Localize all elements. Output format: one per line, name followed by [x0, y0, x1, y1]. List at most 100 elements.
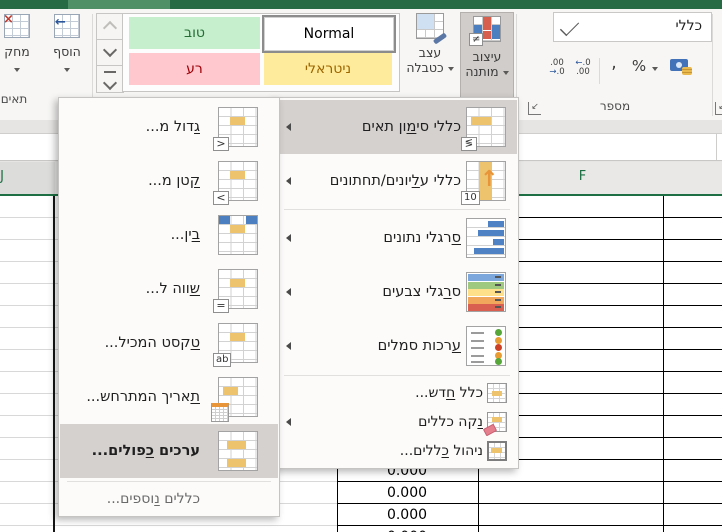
delete-button-label: מחק	[4, 44, 30, 59]
menu-item-label: ערכות סמלים	[377, 338, 461, 354]
icon-sets-icon	[466, 326, 506, 366]
number-format-dropdown[interactable]: כללי	[553, 12, 712, 42]
conditional-formatting-label1: עיצוב	[472, 49, 502, 64]
menu-item-icon-sets[interactable]: ערכות סמלים	[277, 319, 517, 373]
less-than-icon: <	[213, 161, 258, 205]
menu-separator	[67, 481, 271, 482]
menu-item-new-rule[interactable]: כלל חדש...	[277, 378, 517, 407]
insert-button-label: הוסף	[53, 44, 81, 59]
column-letter: J	[0, 169, 4, 184]
chevron-up-icon	[102, 20, 118, 36]
title-bar-segment	[68, 0, 170, 9]
equal-to-icon: =	[213, 269, 258, 313]
color-scales-icon	[466, 272, 506, 312]
submenu-arrow-icon	[286, 123, 291, 131]
clear-rules-icon	[482, 411, 507, 436]
conditional-formatting-button[interactable]: ≠ עיצוב מותנה	[460, 12, 514, 98]
sheet-cell-value[interactable]: 0.000	[337, 504, 477, 526]
gallery-scroll-up-button[interactable]	[96, 13, 124, 41]
title-bar	[0, 0, 722, 9]
menu-item-manage-rules[interactable]: ניהול כללים...	[277, 436, 517, 465]
menu-item-clear-rules[interactable]: נקה כללים	[277, 407, 517, 436]
submenu-arrow-icon	[286, 177, 291, 185]
menu-item-label: ערכים כפולים...	[91, 443, 200, 459]
submenu-item-less-than[interactable]: קטן מ... <	[60, 154, 278, 208]
delete-cells-button[interactable]: × מחק	[0, 13, 40, 84]
comma-style-button[interactable]: ,	[606, 53, 622, 79]
highlight-cells-rules-submenu: גדול מ... > קטן מ... < בין... שווה ל... …	[58, 97, 280, 517]
style-normal[interactable]: Normal	[262, 15, 396, 53]
conditional-formatting-icon: ≠	[469, 16, 501, 46]
submenu-item-between[interactable]: בין...	[60, 208, 278, 262]
number-group-label: מספר	[599, 99, 631, 113]
menu-item-label: סרגלי צבעים	[382, 284, 461, 300]
menu-item-label: גדול מ...	[145, 119, 200, 135]
table-left-border	[53, 196, 55, 532]
sheet-cell-value[interactable]: 0.000	[337, 526, 477, 532]
menu-item-label: תאריך המתרחש...	[86, 389, 200, 405]
table-border	[663, 196, 664, 532]
excel-window: × מחק ← הוסף תאים טוב Normal רע ניטראלי	[0, 0, 722, 532]
style-neutral[interactable]: ניטראלי	[264, 53, 392, 85]
between-icon	[218, 215, 258, 255]
submenu-arrow-icon	[286, 288, 291, 296]
format-as-table-icon	[416, 13, 448, 45]
menu-separator	[284, 375, 510, 376]
submenu-item-greater-than[interactable]: גדול מ... >	[60, 100, 278, 154]
greater-than-icon: >	[213, 107, 258, 151]
increase-decimal-button[interactable]: ←.0.00	[571, 56, 595, 85]
format-as-table-button[interactable]: עצב כטבלה	[402, 13, 458, 95]
manage-rules-icon	[487, 440, 507, 461]
dialog-launcher-icon[interactable]: ↙	[715, 102, 722, 115]
decrease-decimal-button[interactable]: .00 →.0	[545, 56, 569, 85]
button-separator	[599, 58, 600, 84]
gallery-scroll-down-button[interactable]	[96, 39, 124, 67]
column-header-J[interactable]: J	[0, 162, 55, 194]
chevron-down-icon	[14, 67, 20, 72]
style-good[interactable]: טוב	[129, 17, 260, 49]
style-bad[interactable]: רע	[129, 53, 260, 85]
chevron-down-icon	[447, 66, 454, 71]
submenu-item-more-rules[interactable]: כללים נוספים...	[60, 484, 278, 513]
data-bars-icon	[466, 218, 506, 258]
chevron-down-icon	[559, 16, 580, 37]
submenu-item-duplicate-values[interactable]: ערכים כפולים...	[60, 424, 278, 478]
menu-item-highlight-cells-rules[interactable]: כללי סימון תאים ≶	[277, 100, 517, 154]
currency-format-button[interactable]	[666, 59, 692, 81]
menu-item-label: כללי סימון תאים	[361, 119, 461, 135]
menu-item-data-bars[interactable]: סרגלי נתונים	[277, 211, 517, 265]
submenu-item-equal-to[interactable]: שווה ל... =	[60, 262, 278, 316]
not-equal-badge: ≠	[469, 33, 484, 46]
cell-styles-gallery: טוב Normal רע ניטראלי	[122, 13, 400, 92]
conditional-formatting-menu: כללי סימון תאים ≶ כללי עליונים/תחתונים ↑…	[275, 97, 519, 469]
format-as-table-label1: עצב	[418, 45, 442, 60]
menu-item-label: כללים נוספים...	[106, 490, 200, 507]
submenu-arrow-icon	[286, 234, 291, 242]
menu-item-label: נקה כללים	[418, 413, 483, 430]
insert-cells-icon: ←	[54, 14, 80, 38]
menu-item-label: בין...	[170, 227, 200, 243]
menu-item-label: ניהול כללים...	[399, 442, 483, 459]
insert-cells-button[interactable]: ← הוסף	[44, 14, 90, 84]
name-box-divider	[716, 134, 717, 160]
menu-item-color-scales[interactable]: סרגלי צבעים	[277, 265, 517, 319]
menu-item-label: טקסט המכיל...	[104, 335, 200, 351]
menu-separator	[284, 209, 510, 210]
chevron-down-icon	[102, 42, 118, 58]
duplicate-values-icon	[218, 431, 258, 471]
group-separator	[712, 14, 713, 116]
more-styles-icon	[104, 71, 116, 73]
gallery-more-button[interactable]	[96, 65, 124, 93]
number-dialog-launcher-icon[interactable]: ↙	[528, 102, 541, 115]
menu-item-label: כללי עליונים/תחתונים	[329, 173, 461, 189]
menu-item-top-bottom-rules[interactable]: כללי עליונים/תחתונים ↑ 10	[277, 154, 517, 208]
highlight-cells-rules-icon: ≶	[461, 107, 506, 151]
percent-style-button[interactable]: %	[628, 57, 650, 81]
chevron-down-icon	[64, 67, 70, 72]
format-as-table-label2: כטבלה	[402, 60, 458, 75]
submenu-item-text-contains[interactable]: טקסט המכיל... ab	[60, 316, 278, 370]
sheet-cell-value[interactable]: 0.000	[337, 482, 477, 504]
chevron-down-icon[interactable]	[652, 67, 658, 71]
submenu-item-date-occurring[interactable]: תאריך המתרחש...	[60, 370, 278, 424]
submenu-arrow-icon	[286, 417, 291, 426]
